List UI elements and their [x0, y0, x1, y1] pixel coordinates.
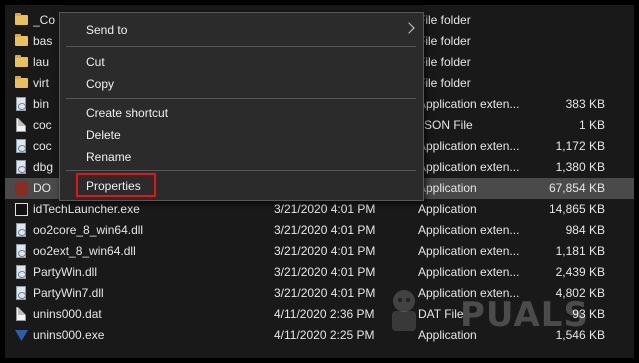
file-type: File folder [418, 34, 471, 48]
file-icon-cell [14, 244, 28, 259]
dll-icon [16, 244, 26, 258]
file-type: File folder [418, 76, 471, 90]
file-icon-cell [14, 223, 28, 238]
file-name: unins000.exe [33, 328, 105, 342]
file-row[interactable]: oo2ext_8_win64.dll 3/21/2020 4:01 PM Appli… [5, 241, 634, 262]
menu-item-create-shortcut[interactable]: Create shortcut [60, 102, 423, 124]
file-size: 2,439 KB [555, 265, 605, 279]
menu-separator [66, 170, 416, 171]
menu-separator [66, 46, 416, 47]
file-type: Application [418, 181, 477, 195]
dll-icon [16, 160, 26, 174]
file-name: PartyWin.dll [33, 265, 98, 279]
menu-item-label: Rename [86, 150, 132, 164]
folder-icon [15, 13, 28, 25]
file-size: 984 KB [565, 223, 605, 237]
file-icon-cell [14, 265, 28, 280]
file-type: Application [418, 202, 477, 216]
file-icon-cell [14, 181, 28, 196]
folder-icon [15, 34, 28, 46]
watermark-text: PUALS [460, 295, 589, 335]
menu-item-label: Send to [86, 23, 128, 37]
file-type: File folder [418, 55, 471, 69]
dll-icon [16, 223, 26, 237]
file-icon-cell [14, 286, 28, 301]
menu-item-copy[interactable]: Copy [60, 73, 423, 95]
context-menu: Send to Cut Copy Create shortcut Delete … [59, 12, 424, 201]
file-type: Application exten... [418, 244, 520, 258]
file-type: Application exten... [418, 160, 520, 174]
file-icon-cell [14, 13, 28, 28]
file-name: PartyWin7.dll [33, 286, 104, 300]
file-type: Application exten... [418, 139, 520, 153]
file-type: Application exten... [418, 97, 520, 111]
file-icon-cell [14, 160, 28, 175]
menu-item-label: Cut [86, 55, 105, 69]
file-icon-cell [14, 118, 28, 133]
file-size: 383 KB [565, 97, 605, 111]
dll-icon [16, 139, 26, 153]
file-icon-cell [14, 328, 28, 343]
menu-item-delete[interactable]: Delete [60, 124, 423, 146]
menu-item-rename[interactable]: Rename [60, 146, 423, 168]
file-icon-cell [14, 97, 28, 112]
file-type: JSON File [418, 118, 473, 132]
chevron-right-icon [403, 22, 415, 34]
file-size: 67,854 KB [548, 181, 605, 195]
appuals-mascot-watermark [386, 287, 422, 333]
menu-item-send-to[interactable]: Send to [60, 19, 423, 41]
menu-item-label: Copy [86, 77, 115, 91]
file-size: 1 KB [578, 118, 605, 132]
idtech-icon [15, 203, 28, 216]
file-date-modified: 3/21/2020 4:01 PM [274, 244, 376, 258]
file-date-modified: 3/21/2020 4:01 PM [274, 265, 376, 279]
file-type: Application exten... [418, 265, 520, 279]
file-name: idTechLauncher.exe [33, 202, 140, 216]
file-row[interactable]: oo2core_8_win64.dll 3/21/2020 4:01 PM Appl… [5, 220, 634, 241]
file-name: unins000.dat [33, 307, 102, 321]
folder-icon [15, 76, 28, 88]
file-size: 1,181 KB [555, 244, 605, 258]
uninstall-icon [15, 330, 28, 341]
file-size: 14,865 KB [548, 202, 605, 216]
file-date-modified: 3/21/2020 4:01 PM [274, 202, 376, 216]
file-icon-cell [14, 76, 28, 91]
menu-separator [66, 98, 416, 99]
file-icon-cell [14, 55, 28, 70]
file-type: File folder [418, 13, 471, 27]
file-icon-cell [14, 34, 28, 49]
menu-item-label: Delete [86, 128, 121, 142]
dll-icon [16, 265, 26, 279]
dll-icon [16, 286, 26, 300]
file-icon [16, 118, 26, 132]
file-icon-cell [14, 139, 28, 154]
file-icon [16, 307, 26, 321]
file-row[interactable]: PartyWin.dll 3/21/2020 4:01 PM Application… [5, 262, 634, 283]
file-icon-cell [14, 202, 28, 217]
file-row[interactable]: idTechLauncher.exe 3/21/2020 4:01 PM Appli… [5, 199, 634, 220]
file-icon-cell [14, 307, 28, 322]
file-date-modified: 3/21/2020 4:01 PM [274, 223, 376, 237]
properties-highlight-box [76, 173, 156, 197]
file-size: 1,172 KB [555, 139, 605, 153]
file-size: 1,380 KB [555, 160, 605, 174]
folder-icon [15, 55, 28, 67]
file-type: Application exten... [418, 223, 520, 237]
dll-icon [16, 97, 26, 111]
doom-icon [15, 182, 28, 195]
menu-item-label: Create shortcut [86, 106, 169, 120]
file-name: oo2ext_8_win64.dll [33, 244, 136, 258]
file-explorer-list: _Co File folder bas File folder lau File fold… [5, 5, 634, 358]
file-name: oo2core_8_win64.dll [33, 223, 144, 237]
menu-item-cut[interactable]: Cut [60, 51, 423, 73]
